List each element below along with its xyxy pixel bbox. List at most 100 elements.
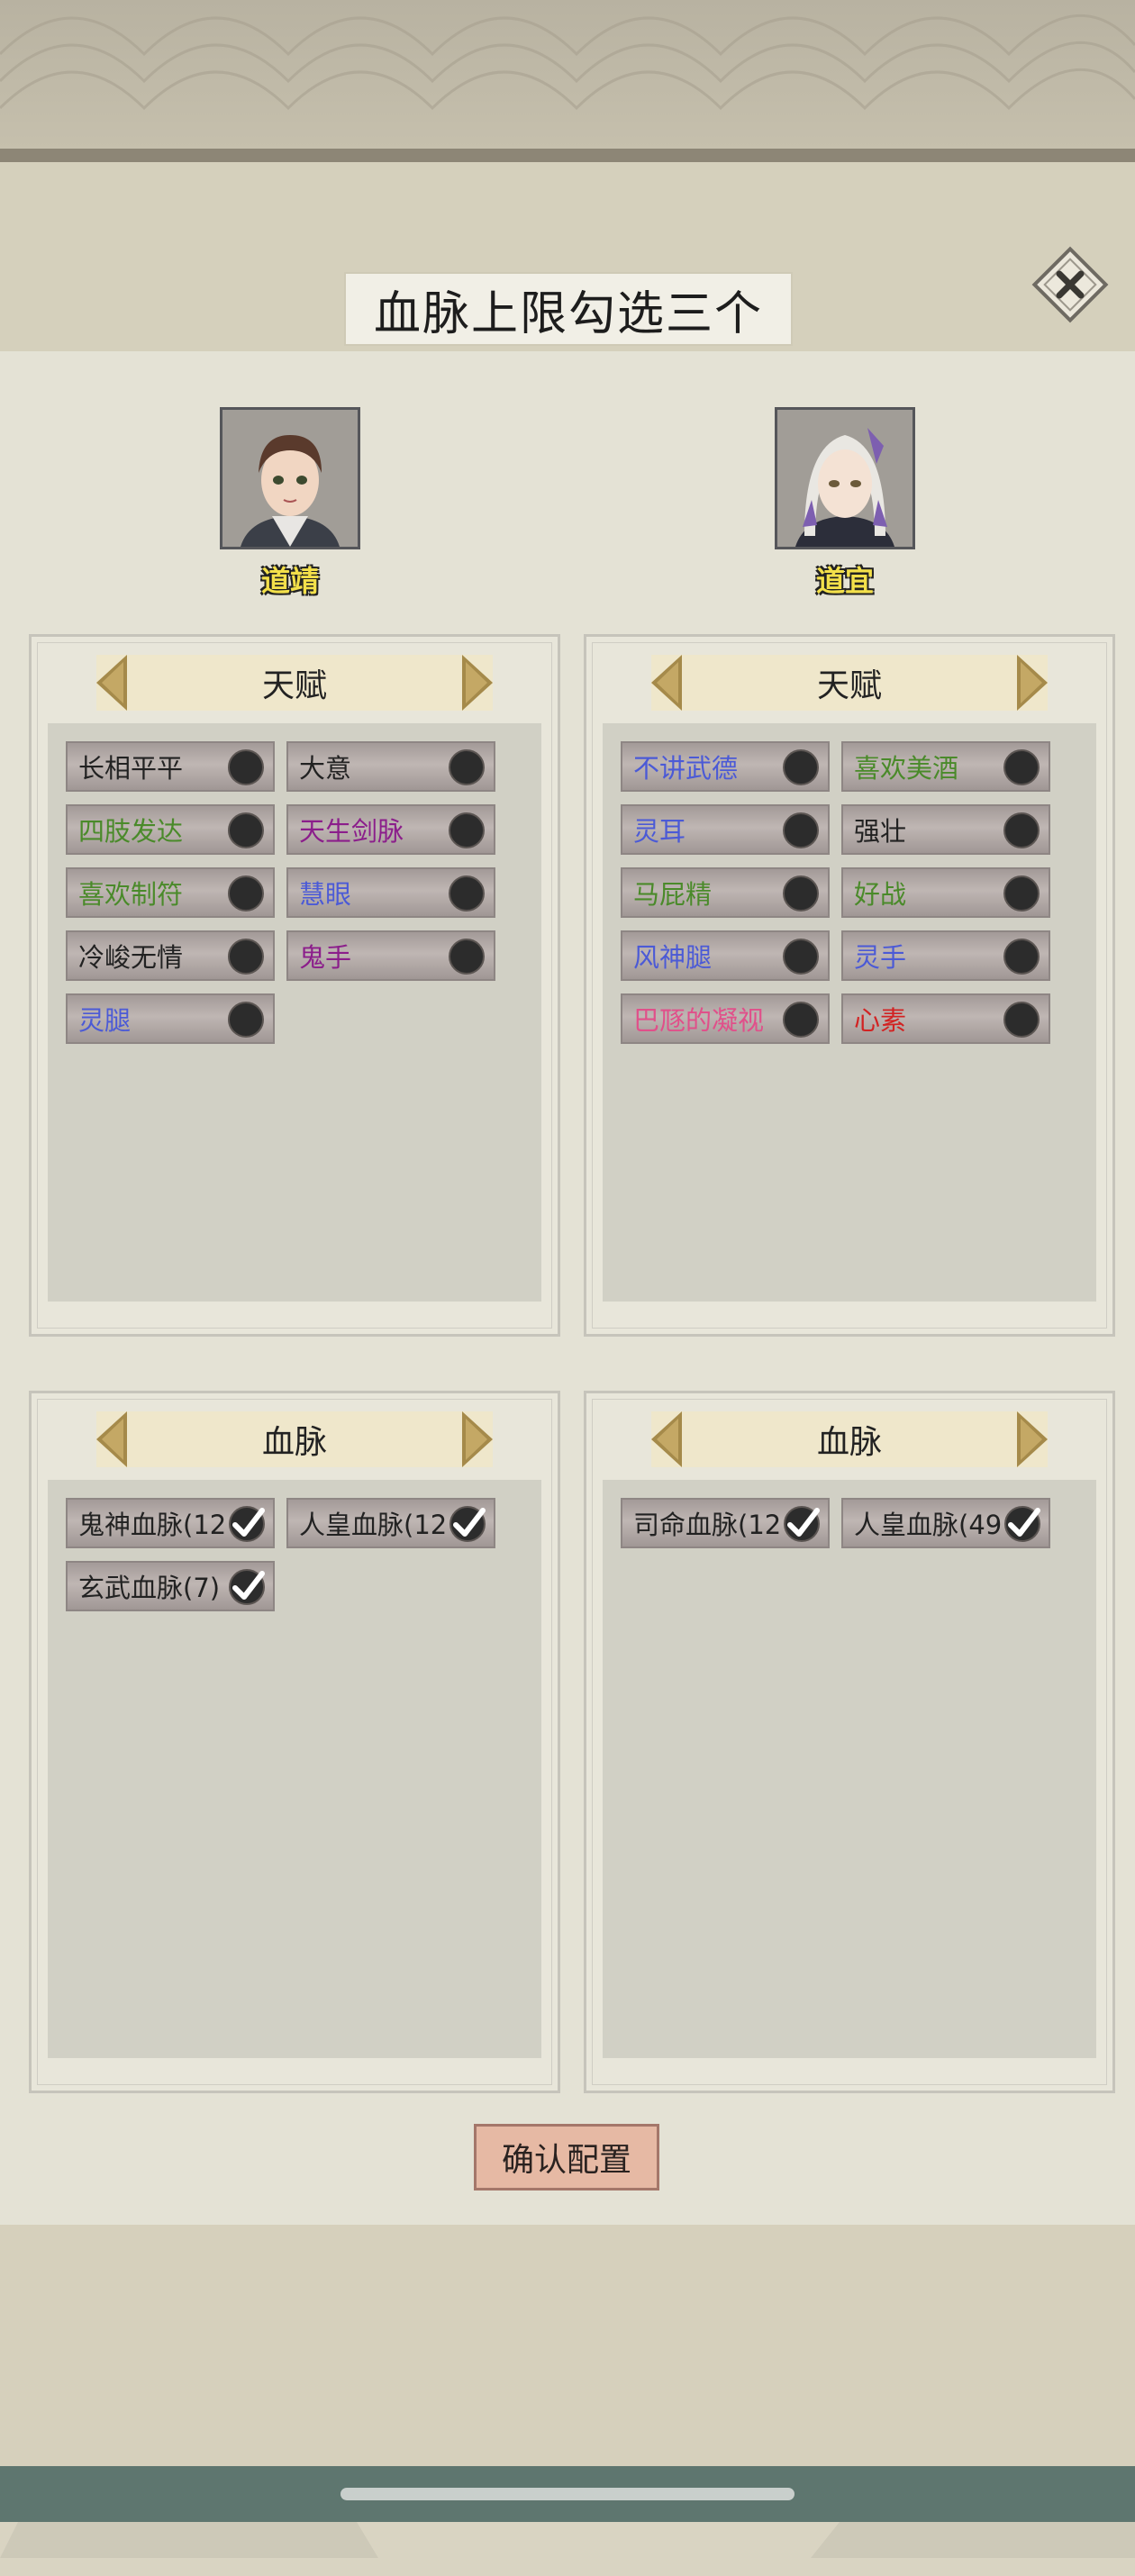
- talent-chip[interactable]: 冷峻无情: [66, 930, 275, 981]
- toggle-dot-icon[interactable]: [228, 875, 264, 912]
- chevron-right-icon[interactable]: [1017, 655, 1048, 711]
- character-name: 道靖: [260, 564, 319, 598]
- bloodline-chip[interactable]: 司命血脉(12: [621, 1498, 830, 1548]
- checkmark-icon[interactable]: [781, 1503, 822, 1545]
- chevron-right-icon[interactable]: [462, 655, 493, 711]
- checkmark-icon[interactable]: [226, 1566, 268, 1608]
- chip-label: 风神腿: [633, 942, 713, 973]
- chevron-left-icon[interactable]: [96, 655, 127, 711]
- chip-label: 灵耳: [633, 816, 686, 847]
- chip-label: 人皇血脉(49: [854, 1510, 1003, 1540]
- toggle-dot-icon[interactable]: [449, 749, 485, 785]
- talent-header-label: 天赋: [816, 667, 882, 704]
- talent-panel-left: 天赋 长相平平 大意四肢发达 天生剑脉 喜欢制符 慧眼冷峻无情 鬼手灵腿: [29, 634, 560, 1337]
- bloodline-chip[interactable]: 鬼神血脉(12: [66, 1498, 275, 1548]
- checkmark-icon[interactable]: [447, 1503, 488, 1545]
- chip-label: 司命血脉(12: [633, 1510, 782, 1540]
- talent-chip[interactable]: 大意: [286, 741, 495, 792]
- chip-label: 鬼神血脉(12: [78, 1510, 227, 1540]
- toggle-dot-icon[interactable]: [783, 812, 819, 848]
- chip-label: 慧眼: [299, 879, 352, 910]
- talent-chip[interactable]: 不讲武德: [621, 741, 830, 792]
- talent-chip[interactable]: 好战: [841, 867, 1050, 918]
- talent-chip[interactable]: 灵耳: [621, 804, 830, 855]
- chip-label: 四肢发达: [78, 816, 184, 847]
- home-indicator[interactable]: [340, 2488, 794, 2500]
- chip-label: 大意: [299, 753, 352, 784]
- toggle-dot-icon[interactable]: [228, 939, 264, 975]
- talent-header-label: 天赋: [261, 667, 327, 704]
- toggle-dot-icon[interactable]: [1003, 749, 1040, 785]
- toggle-dot-icon[interactable]: [783, 749, 819, 785]
- talent-panel-right: 天赋 不讲武德 喜欢美酒灵耳 强壮马屁精 好战风神腿 灵手 巴豗的凝视 心素: [584, 634, 1115, 1337]
- talent-chip[interactable]: 巴豗的凝视: [621, 993, 830, 1044]
- avatar[interactable]: [220, 407, 360, 549]
- toggle-dot-icon[interactable]: [228, 1002, 264, 1038]
- chevron-left-icon[interactable]: [651, 655, 682, 711]
- checkmark-icon[interactable]: [226, 1503, 268, 1545]
- bloodline-header-label: 血脉: [261, 1424, 327, 1461]
- bottom-area: [0, 2225, 1135, 2466]
- bloodline-header: 血脉: [96, 1411, 493, 1467]
- avatar[interactable]: [775, 407, 915, 549]
- chip-label: 强壮: [854, 816, 907, 847]
- talent-list: 不讲武德 喜欢美酒灵耳 强壮马屁精 好战风神腿 灵手 巴豗的凝视 心素: [603, 723, 1096, 1302]
- talent-chip[interactable]: 慧眼: [286, 867, 495, 918]
- character-portrait-icon: [777, 410, 913, 547]
- chip-label: 长相平平: [78, 753, 184, 784]
- toggle-dot-icon[interactable]: [783, 1002, 819, 1038]
- bloodline-list: 司命血脉(12 人皇血脉(49: [603, 1480, 1096, 2058]
- talent-chip[interactable]: 四肢发达: [66, 804, 275, 855]
- toggle-dot-icon[interactable]: [783, 939, 819, 975]
- chip-label: 马屁精: [633, 879, 713, 910]
- chip-label: 不讲武德: [633, 753, 739, 784]
- chip-label: 鬼手: [299, 942, 352, 973]
- character-1[interactable]: 道靖: [218, 407, 362, 600]
- chevron-left-icon[interactable]: [651, 1411, 682, 1467]
- talent-chip[interactable]: 喜欢制符: [66, 867, 275, 918]
- chip-label: 人皇血脉(12: [299, 1510, 448, 1540]
- toggle-dot-icon[interactable]: [783, 875, 819, 912]
- toggle-dot-icon[interactable]: [449, 939, 485, 975]
- bloodline-chip[interactable]: 玄武血脉(7): [66, 1561, 275, 1611]
- close-button[interactable]: [1031, 245, 1110, 324]
- toggle-dot-icon[interactable]: [449, 812, 485, 848]
- talent-chip[interactable]: 心素: [841, 993, 1050, 1044]
- chip-label: 好战: [854, 879, 907, 910]
- chip-label: 灵手: [854, 942, 907, 973]
- bloodline-header: 血脉: [651, 1411, 1048, 1467]
- bloodline-list: 鬼神血脉(12 人皇血脉(12 玄武血脉(7): [48, 1480, 541, 2058]
- toggle-dot-icon[interactable]: [1003, 875, 1040, 912]
- bloodline-chip[interactable]: 人皇血脉(49: [841, 1498, 1050, 1548]
- chip-label: 喜欢美酒: [854, 753, 959, 784]
- talent-chip[interactable]: 马屁精: [621, 867, 830, 918]
- chevron-right-icon[interactable]: [462, 1411, 493, 1467]
- chip-label: 天生剑脉: [299, 816, 404, 847]
- page-title: 血脉上限勾选三个: [344, 272, 793, 346]
- chevron-right-icon[interactable]: [1017, 1411, 1048, 1467]
- talent-chip[interactable]: 灵手: [841, 930, 1050, 981]
- talent-chip[interactable]: 天生剑脉: [286, 804, 495, 855]
- toggle-dot-icon[interactable]: [228, 749, 264, 785]
- talent-chip[interactable]: 风神腿: [621, 930, 830, 981]
- talent-chip[interactable]: 喜欢美酒: [841, 741, 1050, 792]
- chip-label: 心素: [854, 1005, 907, 1036]
- toggle-dot-icon[interactable]: [228, 812, 264, 848]
- checkmark-icon[interactable]: [1002, 1503, 1043, 1545]
- talent-chip[interactable]: 强壮: [841, 804, 1050, 855]
- bloodline-header-label: 血脉: [816, 1424, 882, 1461]
- chevron-left-icon[interactable]: [96, 1411, 127, 1467]
- talent-chip[interactable]: 灵腿: [66, 993, 275, 1044]
- confirm-config-button[interactable]: 确认配置: [474, 2124, 659, 2191]
- talent-chip[interactable]: 长相平平: [66, 741, 275, 792]
- toggle-dot-icon[interactable]: [449, 875, 485, 912]
- talent-list: 长相平平 大意四肢发达 天生剑脉 喜欢制符 慧眼冷峻无情 鬼手灵腿: [48, 723, 541, 1302]
- toggle-dot-icon[interactable]: [1003, 939, 1040, 975]
- toggle-dot-icon[interactable]: [1003, 1002, 1040, 1038]
- talent-chip[interactable]: 鬼手: [286, 930, 495, 981]
- toggle-dot-icon[interactable]: [1003, 812, 1040, 848]
- chip-label: 冷峻无情: [78, 942, 184, 973]
- chip-label: 灵腿: [78, 1005, 132, 1036]
- character-2[interactable]: 道宜: [773, 407, 917, 600]
- bloodline-chip[interactable]: 人皇血脉(12: [286, 1498, 495, 1548]
